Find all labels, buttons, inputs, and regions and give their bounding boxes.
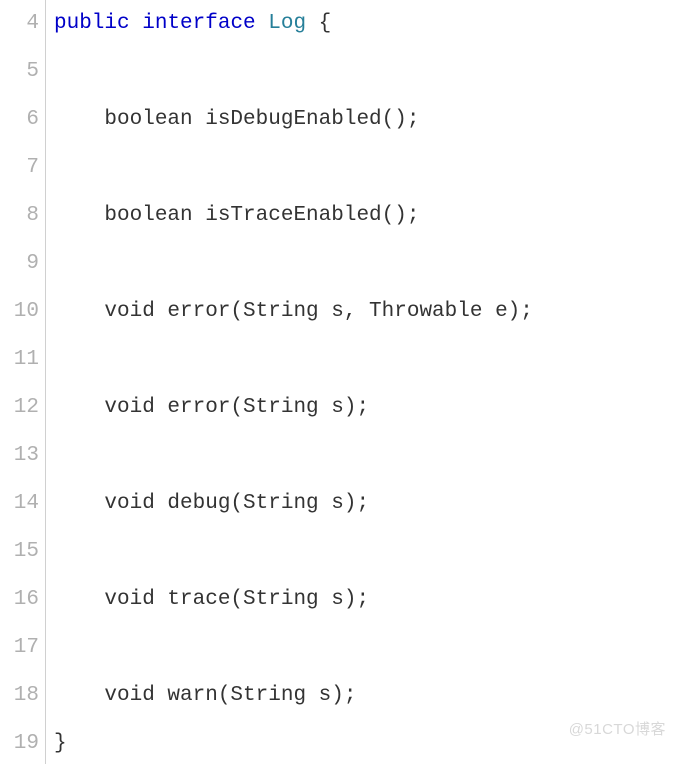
code-line	[54, 48, 678, 96]
code-line: void error(String s);	[54, 384, 678, 432]
line-number: 5	[0, 48, 39, 96]
line-number: 8	[0, 192, 39, 240]
line-number: 17	[0, 624, 39, 672]
code-content: public interface Log { boolean isDebugEn…	[46, 0, 678, 764]
code-line	[54, 432, 678, 480]
line-number: 12	[0, 384, 39, 432]
line-number: 13	[0, 432, 39, 480]
code-block: 45678910111213141516171819 public interf…	[0, 0, 678, 764]
code-line: void error(String s, Throwable e);	[54, 288, 678, 336]
line-number: 15	[0, 528, 39, 576]
code-line	[54, 144, 678, 192]
code-line: void debug(String s);	[54, 480, 678, 528]
code-line: void trace(String s);	[54, 576, 678, 624]
code-line	[54, 624, 678, 672]
line-number: 9	[0, 240, 39, 288]
line-number: 6	[0, 96, 39, 144]
code-line	[54, 528, 678, 576]
code-line	[54, 336, 678, 384]
code-line: boolean isDebugEnabled();	[54, 96, 678, 144]
code-line: boolean isTraceEnabled();	[54, 192, 678, 240]
line-number-gutter: 45678910111213141516171819	[0, 0, 46, 764]
line-number: 10	[0, 288, 39, 336]
line-number: 7	[0, 144, 39, 192]
code-line	[54, 240, 678, 288]
line-number: 14	[0, 480, 39, 528]
line-number: 19	[0, 720, 39, 768]
watermark: @51CTO博客	[569, 706, 666, 754]
line-number: 18	[0, 672, 39, 720]
line-number: 4	[0, 0, 39, 48]
line-number: 11	[0, 336, 39, 384]
code-line: public interface Log {	[54, 0, 678, 48]
line-number: 16	[0, 576, 39, 624]
